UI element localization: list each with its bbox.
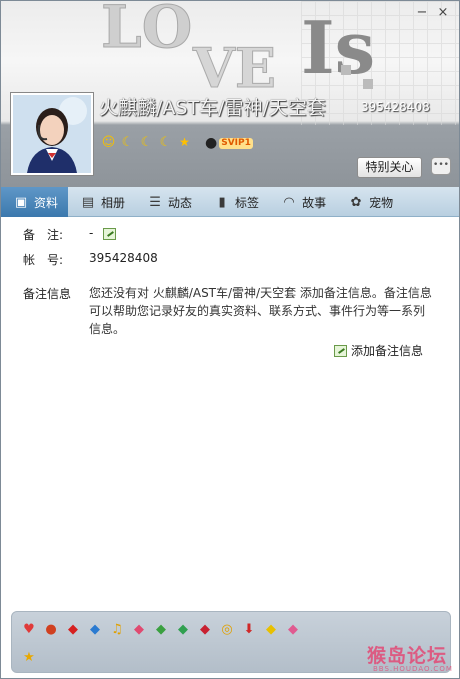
account-value: 395428408	[89, 251, 158, 265]
tab-label: 标签	[235, 195, 260, 210]
avatar-image	[13, 95, 91, 173]
tab-5[interactable]: ✿ 宠物	[336, 187, 403, 217]
diamond-blue-icon[interactable]: ◆	[86, 620, 104, 638]
heart-badge-icon[interactable]: ♥	[20, 620, 38, 638]
qq-number: 395428408	[361, 100, 430, 114]
diamond-yellow-icon[interactable]: ◆	[262, 620, 280, 638]
diamond-green-icon[interactable]: ◆	[152, 620, 170, 638]
special-care-button[interactable]: 特别关心	[357, 157, 422, 178]
music-icon[interactable]: ♫	[108, 620, 126, 638]
bell-icon[interactable]: ◎	[218, 620, 236, 638]
profile-header: LO VE Is − × 火麒麟/AST车/雷神/天空套 395428408 ☺	[1, 1, 459, 187]
avatar[interactable]	[11, 93, 93, 175]
profile-tabs: ▣ 资料 ▤ 相册 ☰ 动态 ▮ 标签 ◠ 故事 ✿ 宠物	[1, 187, 459, 217]
svg-text:VE: VE	[192, 36, 276, 100]
profile-window: LO VE Is − × 火麒麟/AST车/雷神/天空套 395428408 ☺	[0, 0, 460, 679]
bookmark-icon: ▮	[218, 194, 226, 210]
tab-0[interactable]: ▣ 资料	[1, 187, 69, 217]
tab-4[interactable]: ◠ 故事	[269, 187, 336, 217]
gem-red-icon[interactable]: ◆	[196, 620, 214, 638]
forum-watermark: 猴岛论坛	[367, 645, 448, 667]
tab-3[interactable]: ▮ 标签	[202, 187, 269, 217]
signal-icon: ◠	[283, 194, 295, 210]
svip-label: SVIP1	[219, 137, 253, 149]
service-icons-row-2: ★	[20, 648, 38, 666]
add-note-label: 添加备注信息	[351, 344, 424, 358]
remark-text: -	[89, 226, 94, 240]
remark-label: 备 注:	[23, 228, 64, 242]
edit-note-icon	[334, 344, 347, 357]
tab-2[interactable]: ☰ 动态	[135, 187, 202, 217]
note-description: 您还没有对 火麒麟/AST车/雷神/天空套 添加备注信息。备注信息可以帮助您记录…	[89, 286, 432, 336]
diamond-red-icon[interactable]: ◆	[64, 620, 82, 638]
note-label: 备注信息	[23, 287, 72, 301]
moon-icon: ☾	[159, 135, 172, 150]
arrow-down-icon[interactable]: ⬇	[240, 620, 258, 638]
diamond-pink-icon[interactable]: ◆	[130, 620, 148, 638]
star-icon[interactable]: ★	[20, 648, 38, 666]
svg-text:Is: Is	[301, 5, 375, 90]
remark-value: -	[89, 226, 117, 240]
add-note-link[interactable]: 添加备注信息	[334, 342, 423, 359]
chat-bubble-icon[interactable]: •••	[431, 157, 451, 175]
moon-icon: ☾	[121, 135, 134, 150]
sun-icon: ☺	[101, 135, 116, 150]
gem-green-icon[interactable]: ◆	[174, 620, 192, 638]
pet-icon: ✿	[350, 194, 362, 210]
forum-watermark-url: BBS.HOUDAO.COM	[373, 665, 453, 673]
svip-badge[interactable]: ● SVIP1	[205, 135, 253, 151]
close-button[interactable]: ×	[435, 5, 451, 21]
penguin-icon[interactable]: ●	[42, 620, 60, 638]
tab-label: 资料	[34, 195, 59, 210]
account-label: 帐 号:	[23, 253, 64, 267]
qq-level-icons[interactable]: ☺ ☾ ☾ ☾ ★	[101, 135, 192, 150]
svg-text:LO: LO	[101, 1, 192, 61]
tab-label: 宠物	[369, 195, 394, 210]
star-icon: ★	[179, 135, 190, 149]
tab-label: 故事	[302, 195, 327, 210]
tab-1[interactable]: ▤ 相册	[68, 187, 135, 217]
feed-icon: ☰	[149, 194, 161, 210]
album-icon: ▤	[81, 194, 95, 210]
tab-label: 动态	[168, 195, 193, 210]
moon-icon: ☾	[140, 135, 153, 150]
edit-remark-icon[interactable]	[103, 227, 117, 240]
penguin-icon: ●	[205, 135, 218, 151]
nickname: 火麒麟/AST车/雷神/天空套	[99, 97, 326, 119]
minimize-button[interactable]: −	[414, 5, 430, 21]
love-background-art: LO VE Is	[101, 1, 375, 101]
profile-content: 备 注: - 帐 号: 395428408 备注信息 您还没有对 火麒麟/AST…	[1, 218, 459, 608]
diamond-rose-icon[interactable]: ◆	[284, 620, 302, 638]
profile-card-icon: ▣	[14, 194, 28, 210]
service-icons-row: ♥ ● ◆ ◆ ♫ ◆ ◆ ◆ ◆ ◎ ⬇ ◆ ◆	[20, 620, 302, 638]
tab-label: 相册	[101, 195, 126, 210]
